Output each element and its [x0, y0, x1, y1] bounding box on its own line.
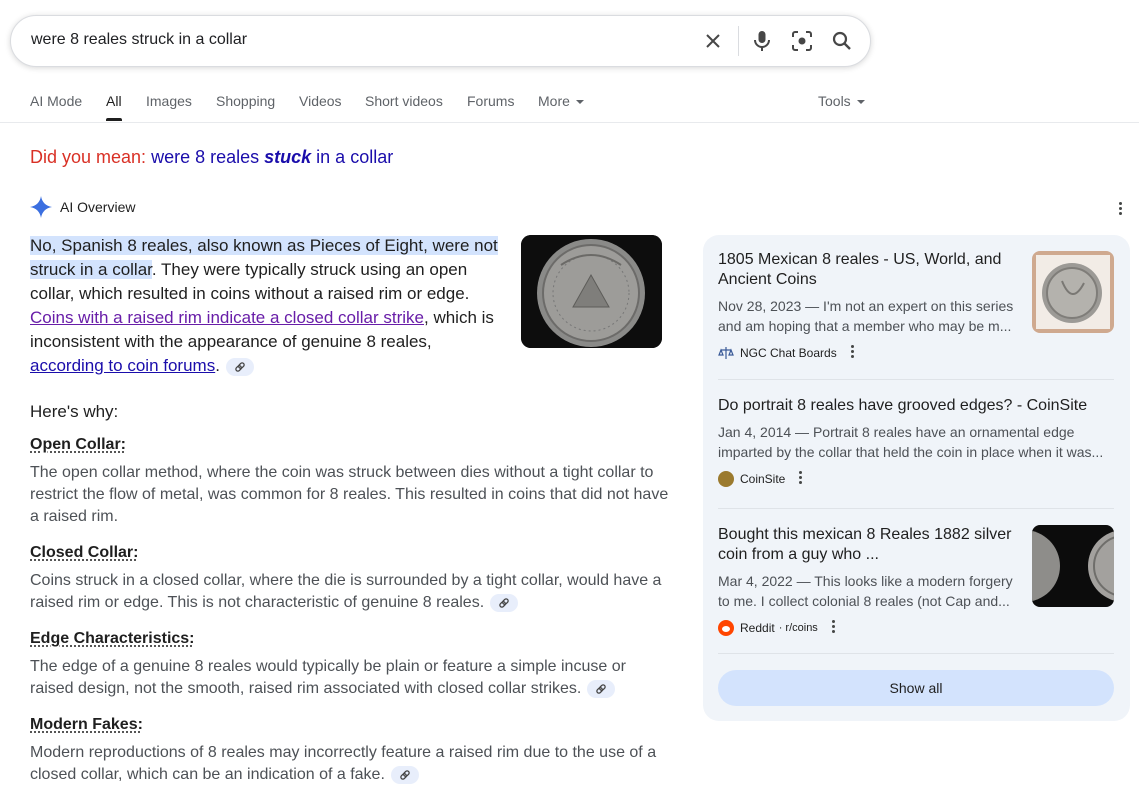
source-site-name: Reddit — [740, 620, 775, 635]
did-you-mean: Did you mean: were 8 reales stuck in a c… — [30, 147, 393, 168]
coin-image[interactable] — [521, 235, 662, 348]
section-closed-collar: Closed Collar: Coins struck in a closed … — [30, 544, 670, 614]
more-options-icon[interactable] — [831, 618, 836, 635]
tab-short-videos[interactable]: Short videos — [365, 93, 443, 109]
link-icon[interactable] — [490, 593, 519, 612]
more-options-icon[interactable] — [799, 469, 803, 486]
link-icon[interactable] — [225, 357, 254, 376]
tab-more[interactable]: More — [538, 93, 584, 109]
more-options-icon[interactable] — [1119, 200, 1123, 217]
tab-images[interactable]: Images — [146, 93, 192, 109]
ai-overview-title: AI Overview — [60, 199, 136, 215]
search-input[interactable]: were 8 reales struck in a collar — [31, 31, 247, 49]
source-title[interactable]: 1805 Mexican 8 reales - US, World, and A… — [718, 250, 1018, 290]
source-snippet: Jan 4, 2014 — Portrait 8 reales have an … — [718, 424, 1104, 460]
search-divider — [738, 26, 739, 56]
link-icon[interactable] — [390, 765, 419, 784]
section-body-text: Modern reproductions of 8 reales may inc… — [30, 744, 657, 783]
tab-shopping[interactable]: Shopping — [216, 93, 275, 109]
tools-label: Tools — [818, 93, 851, 109]
section-body-text: Coins struck in a closed collar, where t… — [30, 572, 662, 611]
microphone-icon[interactable] — [750, 29, 774, 53]
coinsite-logo-icon — [718, 470, 734, 487]
search-tabs: AI Mode All Images Shopping Videos Short… — [0, 82, 1139, 123]
gemini-sparkle-icon — [30, 196, 52, 218]
more-options-icon[interactable] — [850, 343, 855, 360]
reddit-logo-icon — [718, 619, 734, 636]
answer-link-collar[interactable]: Coins with a raised rim indicate a close… — [30, 308, 424, 327]
section-title[interactable]: Modern Fakes: — [30, 716, 670, 734]
source-title[interactable]: Bought this mexican 8 Reales 1882 silver… — [718, 525, 1018, 565]
did-you-mean-suggestion[interactable]: were 8 reales stuck in a collar — [151, 147, 393, 167]
source-title[interactable]: Do portrait 8 reales have grooved edges?… — [718, 396, 1114, 416]
ai-answer: No, Spanish 8 reales, also known as Piec… — [30, 234, 505, 378]
source-site: NGC Chat Boards — [718, 344, 1114, 361]
source-card[interactable]: Do portrait 8 reales have grooved edges?… — [718, 396, 1114, 487]
chevron-down-icon — [575, 100, 584, 105]
section-body: The edge of a genuine 8 reales would typ… — [30, 656, 670, 700]
section-body: Modern reproductions of 8 reales may inc… — [30, 742, 670, 786]
section-body: Coins struck in a closed collar, where t… — [30, 570, 670, 614]
divider — [718, 653, 1114, 654]
section-title[interactable]: Open Collar: — [30, 436, 670, 454]
active-tab-indicator — [106, 118, 122, 121]
source-site: Reddit · r/coins — [718, 619, 1114, 636]
section-body-text: The edge of a genuine 8 reales would typ… — [30, 658, 626, 697]
source-site-name: NGC Chat Boards — [740, 345, 837, 360]
show-all-button[interactable]: Show all — [718, 670, 1114, 706]
section-title[interactable]: Edge Characteristics: — [30, 630, 670, 648]
tab-forums[interactable]: Forums — [467, 93, 514, 109]
section-open-collar: Open Collar: The open collar method, whe… — [30, 436, 670, 528]
link-icon[interactable] — [587, 679, 616, 698]
section-body: The open collar method, where the coin w… — [30, 464, 669, 525]
ngc-logo-icon — [718, 345, 734, 361]
divider — [718, 379, 1114, 380]
did-you-mean-label: Did you mean: — [30, 147, 147, 167]
source-thumbnail[interactable] — [1032, 525, 1114, 607]
suggestion-post: in a collar — [311, 147, 394, 167]
clear-icon[interactable] — [701, 29, 725, 53]
search-icon[interactable] — [830, 29, 854, 53]
section-title[interactable]: Closed Collar: — [30, 544, 670, 562]
source-subsite: · r/coins — [778, 621, 818, 634]
source-site-name: CoinSite — [740, 471, 786, 486]
section-edge-characteristics: Edge Characteristics: The edge of a genu… — [30, 630, 670, 700]
divider — [718, 508, 1114, 509]
ai-overview-header: AI Overview — [30, 196, 135, 218]
search-bar[interactable]: were 8 reales struck in a collar — [10, 15, 871, 67]
tools-button[interactable]: Tools — [818, 93, 865, 109]
source-thumbnail[interactable] — [1032, 251, 1114, 333]
source-snippet: Mar 4, 2022 — This looks like a modern f… — [718, 573, 1013, 609]
sources-panel: 1805 Mexican 8 reales - US, World, and A… — [703, 235, 1130, 721]
tab-ai-mode[interactable]: AI Mode — [30, 93, 82, 109]
source-site: CoinSite — [718, 470, 1114, 487]
source-snippet: Nov 28, 2023 — I'm not an expert on this… — [718, 298, 1014, 334]
answer-link-forums[interactable]: according to coin forums — [30, 356, 215, 375]
tab-all[interactable]: All — [106, 93, 122, 109]
answer-text-3: . — [215, 356, 220, 375]
chevron-down-icon — [856, 100, 865, 105]
heres-why-heading: Here's why: — [30, 402, 119, 421]
tab-videos[interactable]: Videos — [299, 93, 342, 109]
suggestion-pre: were 8 reales — [151, 147, 265, 167]
suggestion-emph: stuck — [264, 147, 312, 167]
tab-more-label: More — [538, 93, 570, 109]
section-modern-fakes: Modern Fakes: Modern reproductions of 8 … — [30, 716, 670, 786]
camera-lens-icon[interactable] — [790, 29, 814, 53]
